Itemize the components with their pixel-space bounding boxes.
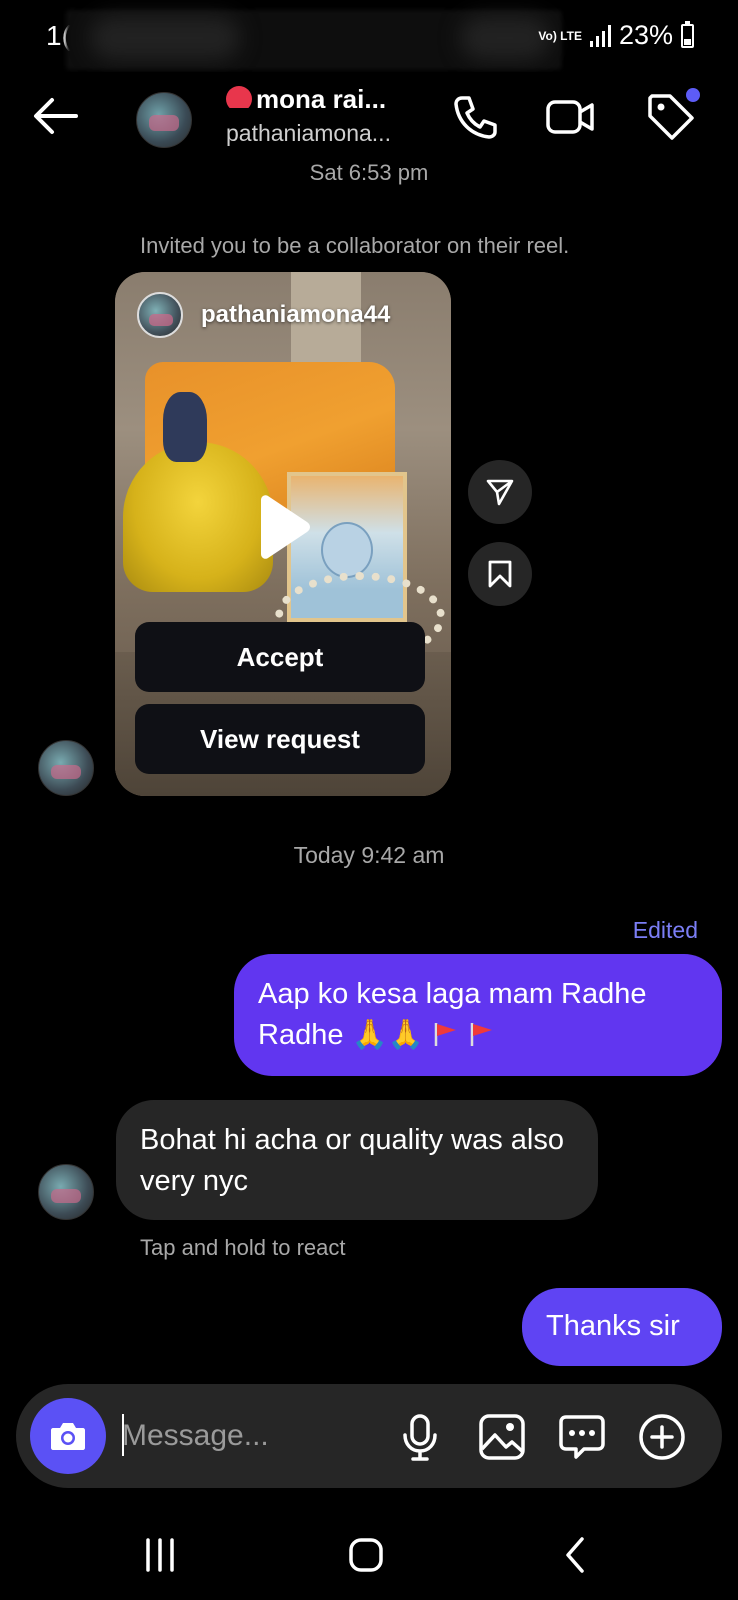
gallery-icon[interactable] — [476, 1411, 528, 1463]
arrow-left-icon[interactable] — [30, 90, 82, 142]
avatar[interactable] — [136, 92, 192, 148]
share-button[interactable] — [468, 460, 532, 524]
contact-username[interactable]: pathaniamona... — [226, 120, 391, 147]
camera-button[interactable] — [30, 1398, 106, 1474]
battery-icon — [681, 20, 694, 48]
redacted-area — [460, 16, 550, 60]
camera-icon — [51, 1423, 85, 1450]
status-indicators: Vo) LTE 23% — [538, 20, 694, 51]
invite-text: Invited you to be a collaborator on thei… — [140, 233, 570, 258]
contact-name[interactable]: mona raj... — [226, 82, 406, 108]
reel-username: pathaniamona44 — [201, 301, 391, 328]
react-hint: Tap and hold to react — [140, 1235, 346, 1260]
message-input[interactable] — [122, 1412, 392, 1460]
edited-label: Edited — [632, 917, 698, 943]
message-composer — [16, 1384, 722, 1488]
avatar — [137, 292, 183, 338]
reel-owner[interactable]: pathaniamona44 — [137, 292, 390, 338]
emoji-icon — [226, 86, 252, 108]
battery-percentage: 23% — [618, 20, 673, 50]
contact-name-text: mona raj... — [256, 84, 387, 108]
microphone-icon[interactable] — [394, 1411, 446, 1463]
today-timestamp: Today 9:42 am — [293, 842, 445, 868]
notification-dot — [686, 88, 700, 102]
signal-icon — [589, 24, 611, 47]
play-icon[interactable] — [253, 494, 313, 560]
volte-icon: Vo) LTE — [538, 28, 582, 43]
flag-icon — [434, 1023, 456, 1046]
avatar[interactable] — [38, 1164, 94, 1220]
chat-header: mona raj... pathaniamona... — [0, 72, 738, 162]
reel-thumbnail-detail — [163, 392, 207, 462]
previous-timestamp: Sat 6:53 pm — [309, 160, 429, 185]
redacted-area — [90, 16, 240, 60]
flag-icon — [470, 1023, 492, 1046]
message-text: Bohat hi acha or quality was also very n… — [140, 1124, 564, 1197]
plus-circle-icon[interactable] — [636, 1411, 688, 1463]
received-message[interactable]: Bohat hi acha or quality was also very n… — [116, 1100, 598, 1220]
reel-thumbnail-detail — [123, 442, 273, 592]
bookmark-icon — [488, 560, 512, 588]
home-icon[interactable] — [336, 1530, 396, 1580]
phone-icon[interactable] — [448, 90, 502, 144]
sticker-icon[interactable] — [556, 1411, 608, 1463]
sent-message[interactable]: Aap ko kesa laga mam Radhe Radhe 🙏🙏 — [234, 954, 722, 1076]
reel-card[interactable]: pathaniamona44 Accept View request — [115, 272, 451, 796]
video-camera-icon[interactable] — [544, 90, 598, 144]
accept-button[interactable]: Accept — [135, 622, 425, 692]
back-icon[interactable] — [546, 1530, 606, 1580]
recent-apps-icon[interactable] — [130, 1530, 190, 1580]
avatar[interactable] — [38, 740, 94, 796]
message-text: Thanks sir — [546, 1310, 680, 1342]
save-button[interactable] — [468, 542, 532, 606]
status-bar: 1( Vo) LTE 23% — [0, 0, 738, 72]
send-icon — [486, 479, 514, 506]
navigation-bar — [0, 1512, 738, 1600]
sent-message[interactable]: Thanks sir — [522, 1288, 722, 1366]
view-request-button[interactable]: View request — [135, 704, 425, 774]
